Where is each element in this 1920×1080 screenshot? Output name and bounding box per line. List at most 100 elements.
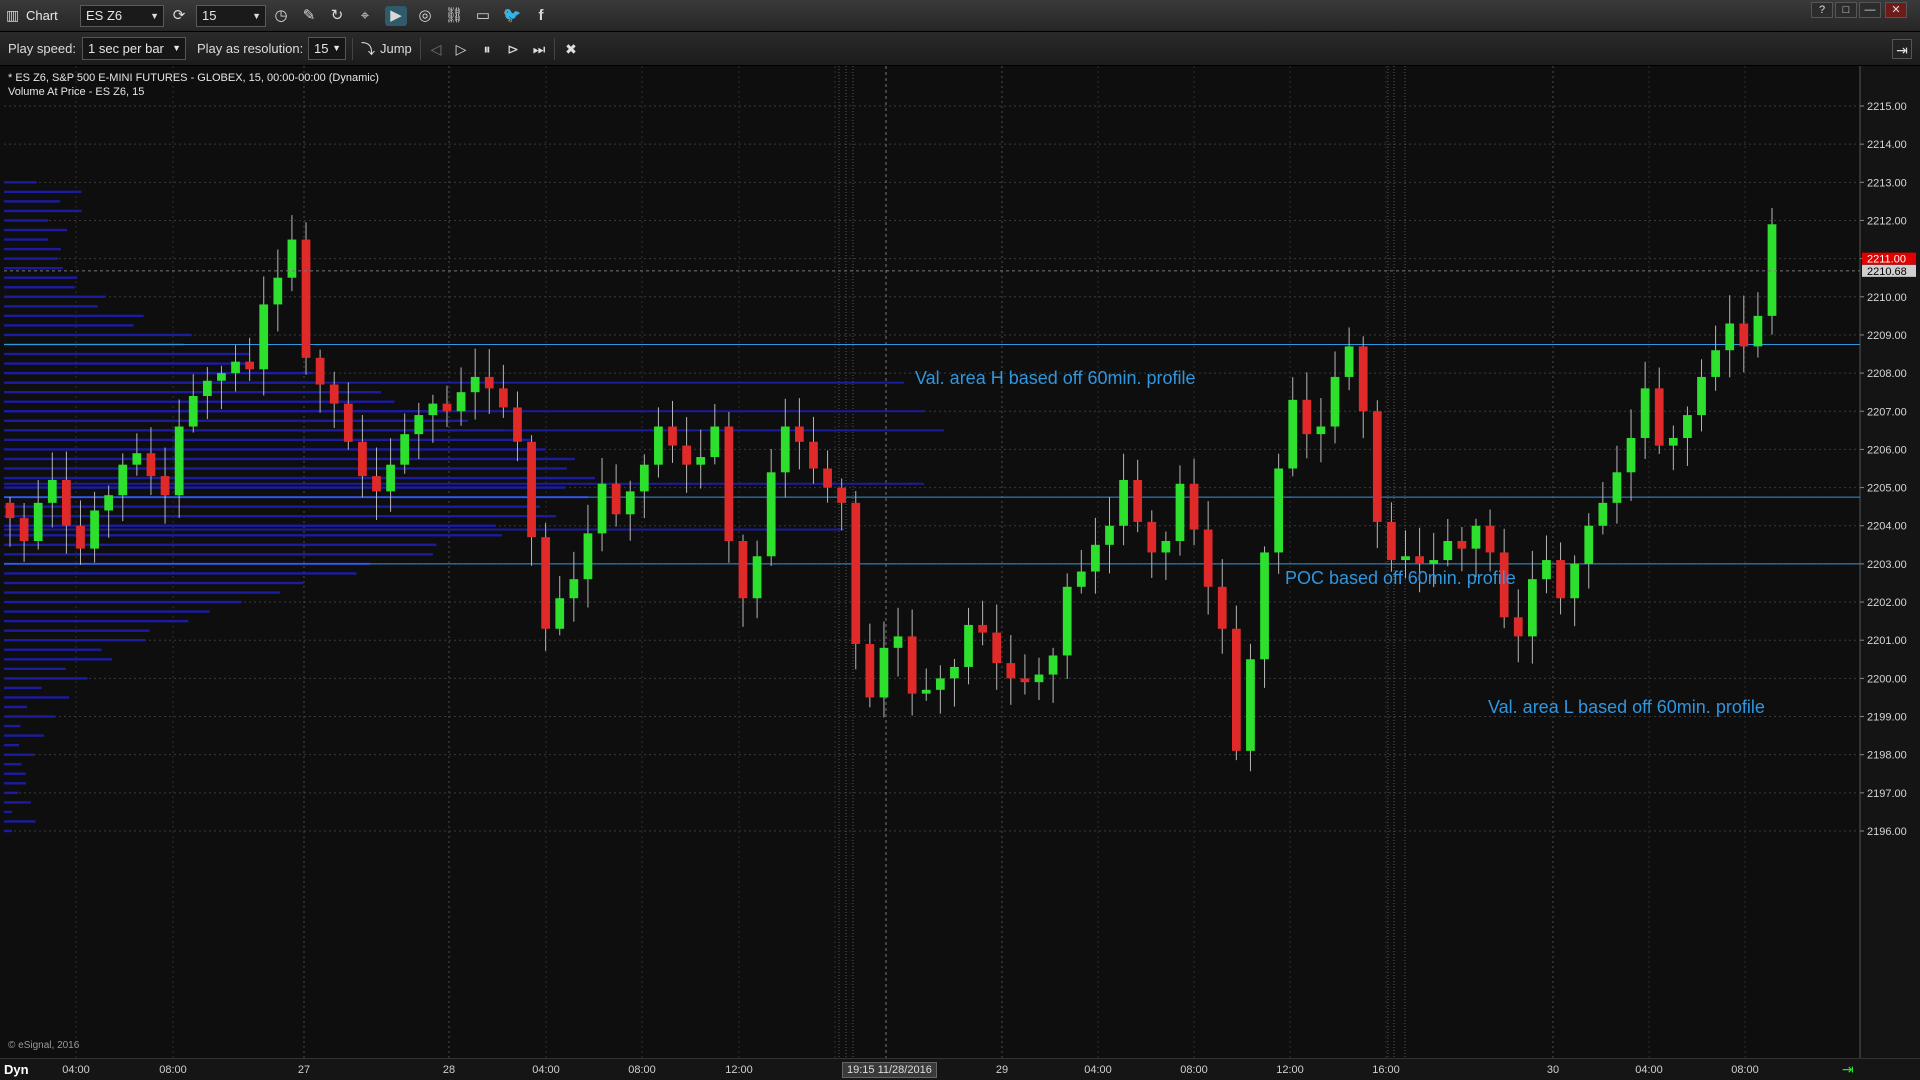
step-back-icon[interactable]: ◁ (426, 39, 446, 59)
candle-down[interactable] (1302, 399, 1312, 435)
candle-down[interactable] (1372, 411, 1382, 522)
candle-down[interactable] (795, 426, 804, 442)
candle-down[interactable] (1415, 556, 1424, 564)
chevron-down-icon[interactable]: ▼ (172, 38, 181, 59)
candle-down[interactable] (484, 376, 494, 389)
candle-up[interactable] (1767, 224, 1777, 316)
candle-up[interactable] (104, 495, 114, 511)
candle-up[interactable] (47, 479, 57, 503)
candle-down[interactable] (837, 487, 847, 503)
candle-up[interactable] (1598, 502, 1608, 526)
candle-up[interactable] (1091, 544, 1100, 572)
help-button[interactable]: ? (1811, 2, 1833, 18)
minimize-button[interactable]: — (1859, 2, 1881, 18)
candle-up[interactable] (33, 502, 43, 541)
candle-up[interactable] (400, 434, 410, 465)
candle-up[interactable] (555, 598, 565, 629)
chevron-down-icon[interactable]: ▼ (332, 38, 341, 59)
candle-up[interactable] (217, 373, 226, 381)
pause-icon[interactable]: ⏸ (477, 39, 497, 59)
globe-icon[interactable]: ◎ (414, 6, 436, 26)
candle-up[interactable] (1330, 376, 1340, 427)
candle-down[interactable] (76, 525, 85, 549)
facebook-icon[interactable]: f (530, 6, 552, 26)
candle-down[interactable] (1133, 479, 1143, 522)
candle-down[interactable] (1189, 483, 1199, 530)
candle-up[interactable] (1542, 560, 1551, 580)
candle-up[interactable] (1246, 659, 1255, 751)
candle-up[interactable] (470, 376, 480, 393)
candle-down[interactable] (1513, 617, 1523, 637)
candle-down[interactable] (442, 403, 452, 412)
candle-up[interactable] (1260, 552, 1269, 660)
candle-down[interactable] (823, 468, 832, 488)
candle-up[interactable] (1105, 525, 1114, 545)
candle-up[interactable] (766, 472, 776, 557)
candle-up[interactable] (202, 380, 212, 396)
candle-down[interactable] (1006, 663, 1016, 679)
candle-down[interactable] (724, 426, 734, 541)
candle-down[interactable] (1556, 560, 1565, 599)
candle-down[interactable] (1739, 323, 1749, 347)
candle-up[interactable] (259, 304, 269, 370)
candle-up[interactable] (1119, 479, 1128, 526)
candle-down[interactable] (865, 644, 875, 698)
jump-button[interactable]: Jump (380, 41, 412, 56)
play-speed-select[interactable]: 1 sec per bar ▼ (82, 37, 186, 60)
candle-up[interactable] (597, 483, 607, 534)
candle-down[interactable] (372, 476, 381, 492)
candle-down[interactable] (738, 541, 748, 599)
candle-up[interactable] (428, 403, 438, 416)
candle-down[interactable] (1358, 346, 1368, 412)
candle-down[interactable] (907, 636, 917, 694)
candle-up[interactable] (583, 533, 593, 580)
candle-down[interactable] (1231, 628, 1241, 751)
pencil-icon[interactable]: ✎ (298, 6, 320, 26)
candle-up[interactable] (414, 415, 424, 435)
candle-down[interactable] (1485, 525, 1495, 553)
candle-up[interactable] (654, 426, 663, 465)
candle-down[interactable] (992, 632, 1002, 664)
candle-down[interactable] (1217, 586, 1227, 629)
candle-up[interactable] (935, 678, 945, 690)
candle-up[interactable] (1640, 388, 1650, 438)
clock-icon[interactable]: ◷ (270, 6, 292, 26)
candle-down[interactable] (541, 537, 551, 629)
candle-up[interactable] (1175, 483, 1185, 541)
scroll-to-end-icon[interactable]: ⇥ (1842, 1061, 1854, 1078)
candle-up[interactable] (569, 579, 579, 599)
candle-up[interactable] (118, 464, 128, 496)
candle-up[interactable] (780, 426, 790, 473)
candle-down[interactable] (160, 476, 170, 496)
candle-up[interactable] (231, 361, 240, 374)
chevron-down-icon[interactable]: ▼ (150, 6, 159, 26)
candle-up[interactable] (1471, 525, 1481, 549)
candle-up[interactable] (1034, 674, 1044, 683)
candle-down[interactable] (1147, 521, 1157, 553)
candle-up[interactable] (964, 624, 973, 667)
twitter-icon[interactable]: 🐦 (501, 6, 523, 26)
candle-down[interactable] (851, 502, 861, 645)
candle-down[interactable] (1020, 678, 1030, 683)
candle-up[interactable] (1584, 525, 1594, 564)
step-forward-icon[interactable]: ⊳ (503, 39, 523, 59)
candle-up[interactable] (1076, 571, 1086, 587)
candle-up[interactable] (1570, 563, 1580, 599)
time-axis[interactable]: Dyn 04:00 08:00 27 28 04:00 08:00 12:00 29 04:00… (0, 1058, 1920, 1080)
candle-up[interactable] (710, 426, 720, 458)
replay-icon[interactable]: ▶ (385, 6, 407, 26)
candle-down[interactable] (978, 624, 987, 633)
candle-down[interactable] (498, 388, 508, 408)
candle-up[interactable] (386, 464, 395, 492)
candle-up[interactable] (696, 457, 706, 465)
candle-down[interactable] (301, 239, 311, 358)
candle-down[interactable] (513, 407, 522, 442)
candle-up[interactable] (1161, 541, 1171, 553)
candle-up[interactable] (1274, 468, 1284, 553)
candle-up[interactable] (1697, 376, 1706, 416)
candle-down[interactable] (611, 483, 621, 515)
candle-up[interactable] (1401, 556, 1410, 561)
candle-up[interactable] (1711, 350, 1720, 377)
candle-down[interactable] (1654, 388, 1664, 446)
chevron-down-icon[interactable]: ▼ (252, 6, 261, 26)
